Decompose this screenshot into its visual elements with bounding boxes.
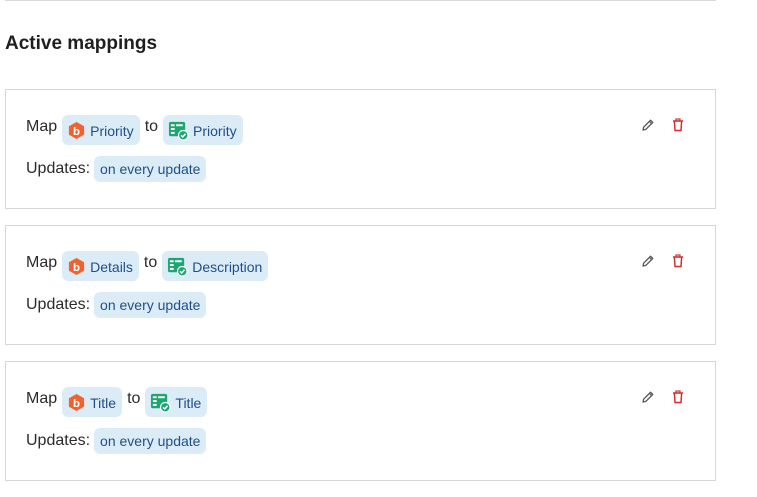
- map-label: Map: [26, 390, 58, 407]
- delete-mapping-button[interactable]: [669, 252, 687, 270]
- update-mode-badge: on every update: [94, 291, 207, 318]
- map-row: Map b Title to Title: [26, 386, 208, 418]
- mapping-card: Map b Details to Description Updates: on…: [5, 225, 716, 345]
- delete-mapping-button[interactable]: [669, 116, 687, 134]
- to-label: to: [144, 118, 159, 135]
- updates-label: Updates:: [26, 159, 91, 177]
- svg-text:b: b: [73, 125, 80, 137]
- source-field-label: Title: [90, 395, 117, 411]
- edit-mapping-button[interactable]: [639, 116, 657, 134]
- source-app-icon: b: [69, 121, 85, 139]
- trash-icon: [673, 390, 683, 404]
- to-label: to: [127, 390, 141, 407]
- target-app-icon: [168, 121, 189, 141]
- pencil-icon: [642, 255, 654, 267]
- trash-icon: [673, 118, 683, 132]
- updates-row: Updates: on every update: [26, 427, 207, 454]
- edit-mapping-button[interactable]: [639, 252, 657, 270]
- source-field-label: Priority: [90, 123, 134, 139]
- target-field-chip[interactable]: Priority: [163, 115, 243, 145]
- source-field-chip[interactable]: b Priority: [62, 115, 140, 145]
- trash-icon: [673, 254, 683, 268]
- update-mode-badge: on every update: [94, 427, 207, 454]
- target-field-label: Title: [175, 395, 202, 411]
- to-label: to: [143, 254, 158, 271]
- updates-row: Updates: on every update: [26, 155, 207, 182]
- edit-mapping-button[interactable]: [639, 388, 657, 406]
- mapping-actions: [639, 252, 687, 270]
- target-field-label: Description: [192, 259, 263, 275]
- pencil-icon: [642, 391, 654, 403]
- updates-label: Updates:: [26, 295, 91, 313]
- mapping-card: Map b Title to Title Updates: on every u…: [5, 361, 716, 481]
- map-label: Map: [26, 254, 58, 271]
- section-title: Active mappings: [5, 33, 158, 54]
- delete-mapping-button[interactable]: [669, 388, 687, 406]
- top-divider: [5, 0, 716, 1]
- pencil-icon: [642, 119, 654, 131]
- target-app-icon: [151, 393, 172, 413]
- map-row: Map b Details to Description: [26, 250, 269, 282]
- mapping-actions: [639, 388, 687, 406]
- target-field-label: Priority: [193, 123, 237, 139]
- source-field-chip[interactable]: b Details: [62, 251, 139, 281]
- target-app-icon: [168, 257, 188, 277]
- target-field-chip[interactable]: Title: [145, 387, 208, 417]
- map-row: Map b Priority to Priority: [26, 114, 243, 146]
- map-label: Map: [26, 118, 58, 135]
- source-field-label: Details: [90, 259, 133, 275]
- target-field-chip[interactable]: Description: [162, 251, 269, 281]
- mapping-actions: [639, 116, 687, 134]
- svg-text:b: b: [73, 261, 80, 273]
- mapping-card: Map b Priority to Priority Updates: on e…: [5, 89, 716, 209]
- updates-label: Updates:: [26, 431, 91, 449]
- source-app-icon: b: [69, 393, 85, 411]
- svg-text:b: b: [73, 397, 80, 409]
- mapping-list: Map b Priority to Priority Updates: on e…: [5, 89, 716, 497]
- source-app-icon: b: [69, 257, 85, 275]
- update-mode-badge: on every update: [94, 155, 207, 182]
- source-field-chip[interactable]: b Title: [62, 387, 123, 417]
- updates-row: Updates: on every update: [26, 291, 207, 318]
